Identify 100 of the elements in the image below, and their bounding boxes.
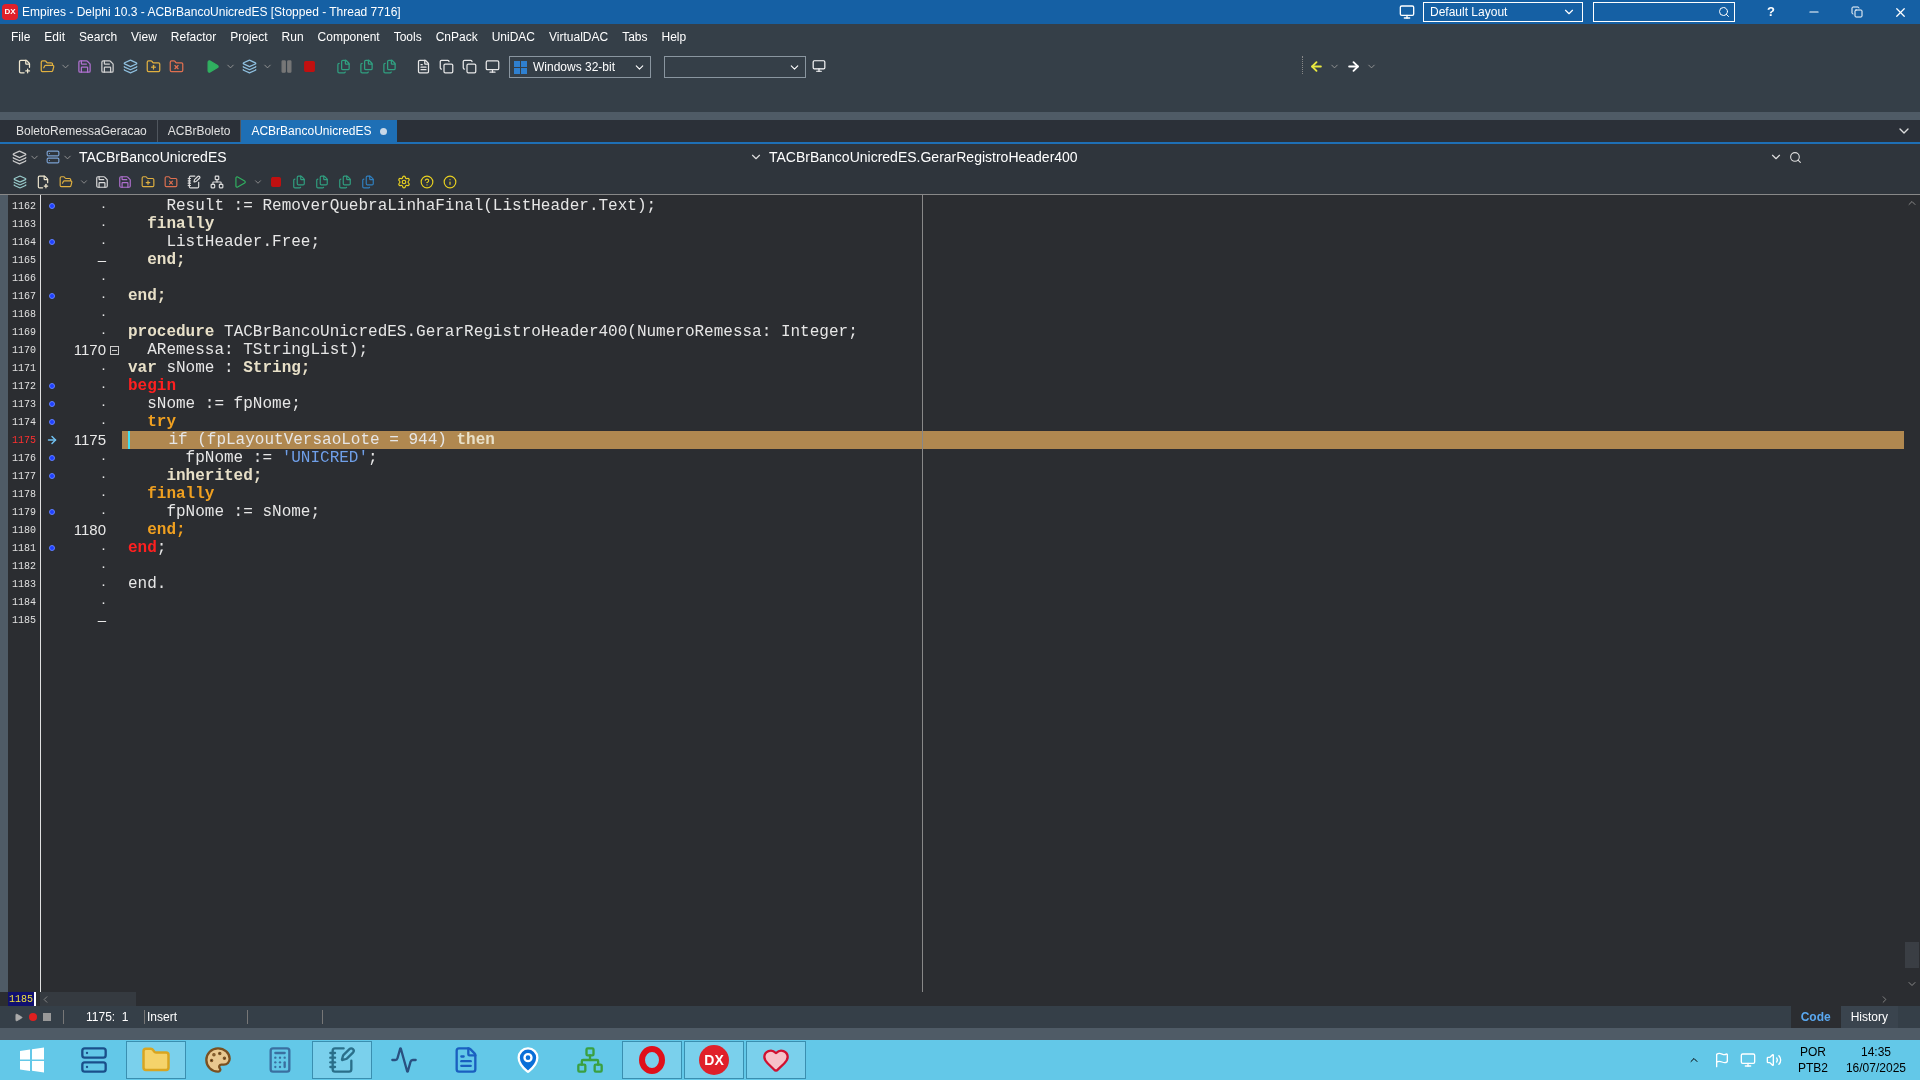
- search-field[interactable]: [1593, 2, 1735, 22]
- menu-item[interactable]: Refactor: [165, 28, 222, 46]
- line-number: 1177: [11, 469, 36, 484]
- line-marker: ·: [100, 483, 106, 504]
- taskbar-button[interactable]: [746, 1041, 806, 1079]
- line-number: 1169: [11, 325, 36, 340]
- line-marker: ·: [100, 213, 106, 234]
- class-icon[interactable]: [46, 150, 60, 164]
- windows-logo-icon: [514, 60, 527, 74]
- line-marker: 1180: [72, 519, 106, 540]
- line-number: 1167: [11, 289, 36, 304]
- search-icon[interactable]: [1789, 150, 1802, 164]
- code-line: end;: [128, 287, 167, 305]
- line-number: 1175: [11, 433, 36, 448]
- menu-item[interactable]: File: [6, 28, 36, 46]
- language-indicator[interactable]: POR: [1799, 1044, 1826, 1060]
- play-icon[interactable]: [14, 1012, 23, 1022]
- line-marker: ·: [100, 573, 106, 594]
- windows-logo-icon[interactable]: [19, 1047, 45, 1073]
- line-marker: 1175: [72, 429, 106, 450]
- app-logo: DX: [2, 4, 18, 20]
- horizontal-scrollbar[interactable]: [40, 992, 136, 1006]
- server-icon[interactable]: [80, 1046, 108, 1074]
- code-line: try: [146, 413, 176, 431]
- code-line: if (fpLayoutVersaoLote = 944) then: [128, 431, 495, 449]
- line-marker: ·: [100, 357, 106, 378]
- search-icon: [1718, 6, 1730, 18]
- line-marker: ·: [100, 231, 106, 252]
- keyboard-layout[interactable]: PTB2: [1797, 1060, 1828, 1076]
- monitor-icon[interactable]: [390, 1046, 418, 1074]
- line-number: 1184: [11, 595, 36, 610]
- line-marker: ·: [100, 591, 106, 612]
- menu-item[interactable]: Edit: [39, 28, 71, 46]
- window-title: Empires - Delphi 10.3 - ACBrBancoUnicredES [Stopped - Thread 7716]: [22, 4, 401, 21]
- line-marker: –: [96, 249, 106, 270]
- menu-item[interactable]: CnPack: [430, 28, 483, 46]
- clock-date[interactable]: 16/07/2025: [1845, 1060, 1906, 1076]
- view-tab[interactable]: Code: [1790, 1006, 1841, 1028]
- line-number: 1178: [11, 487, 36, 502]
- taskbar-button[interactable]: DX: [684, 1041, 744, 1079]
- editor-tab[interactable]: ACBrBancoUnicredES: [241, 120, 397, 142]
- help-button[interactable]: ?: [1761, 2, 1781, 22]
- unit-selector[interactable]: TACBrBancoUnicredES: [79, 146, 227, 168]
- line-marker: ·: [100, 393, 106, 414]
- menu-item[interactable]: Run: [276, 28, 309, 46]
- code-line: finally: [146, 215, 215, 233]
- layout-dropdown[interactable]: Default Layout: [1423, 2, 1583, 22]
- view-tab[interactable]: History: [1840, 1006, 1898, 1028]
- code-line: end;: [128, 539, 167, 557]
- line-number: 1179: [11, 505, 36, 520]
- menu-item[interactable]: VirtualDAC: [544, 28, 614, 46]
- menu-item[interactable]: Project: [225, 28, 273, 46]
- record-icon[interactable]: [29, 1013, 37, 1021]
- line-number: 1164: [11, 235, 36, 250]
- code-line: ARemessa: TStringList);: [146, 341, 369, 359]
- fold-collapse-icon[interactable]: [109, 345, 119, 355]
- line-number: 1183: [11, 577, 36, 592]
- line-marker: ·: [100, 195, 106, 216]
- platform-dropdown[interactable]: Windows 32-bit: [509, 56, 651, 78]
- line-marker: ·: [100, 375, 106, 396]
- line-marker: ·: [100, 321, 106, 342]
- menu-item[interactable]: Tools: [388, 28, 427, 46]
- line-number: 1171: [11, 361, 36, 376]
- opera-logo-icon[interactable]: [637, 1045, 667, 1075]
- line-number: 1166: [11, 271, 36, 286]
- menu-item[interactable]: Help: [656, 28, 692, 46]
- line-marker: ·: [100, 447, 106, 468]
- flag-icon[interactable]: [1713, 1052, 1730, 1068]
- palette-icon[interactable]: [204, 1046, 232, 1074]
- volume-icon[interactable]: [1765, 1052, 1782, 1068]
- menu-item[interactable]: Component: [312, 28, 385, 46]
- menu-item[interactable]: UniDAC: [486, 28, 541, 46]
- monitor-icon[interactable]: [1399, 4, 1415, 20]
- taskbar-button[interactable]: [126, 1041, 186, 1079]
- configuration-dropdown[interactable]: [664, 56, 806, 78]
- taskbar-button[interactable]: [622, 1041, 682, 1079]
- insert-mode: Insert: [147, 1009, 178, 1026]
- line-marker: ·: [100, 303, 106, 324]
- menu-item[interactable]: Search: [74, 28, 123, 46]
- line-marker: ·: [100, 537, 106, 558]
- clock-time[interactable]: 14:35: [1860, 1044, 1891, 1060]
- line-number: 1181: [11, 541, 36, 556]
- code-line: procedure TACBrBancoUnicredES.GerarRegistroHeader400(NumeroRemessa: Integer;: [128, 323, 858, 341]
- menu-item[interactable]: View: [126, 28, 162, 46]
- line-marker: ·: [100, 285, 106, 306]
- line-marker: –: [96, 609, 106, 630]
- restore-icon[interactable]: [1851, 6, 1863, 18]
- notepad-icon[interactable]: [328, 1046, 356, 1074]
- heart-icon[interactable]: [762, 1046, 790, 1074]
- line-marker: ·: [100, 267, 106, 288]
- line-number: 1185: [11, 613, 36, 628]
- code-line: Result := RemoverQuebraLinhaFinal(ListHeader.Text);: [165, 197, 657, 215]
- line-number: 1165: [11, 253, 36, 268]
- unit-icon[interactable]: [12, 149, 27, 165]
- editor-tab[interactable]: BoletoRemessaGeracao: [6, 120, 158, 142]
- line-number: 1162: [11, 199, 36, 214]
- method-selector[interactable]: TACBrBancoUnicredES.GerarRegistroHeader400: [769, 146, 1769, 168]
- menu-item[interactable]: Tabs: [617, 28, 653, 46]
- code-line: end;: [146, 521, 186, 539]
- taskbar-button[interactable]: [312, 1041, 372, 1079]
